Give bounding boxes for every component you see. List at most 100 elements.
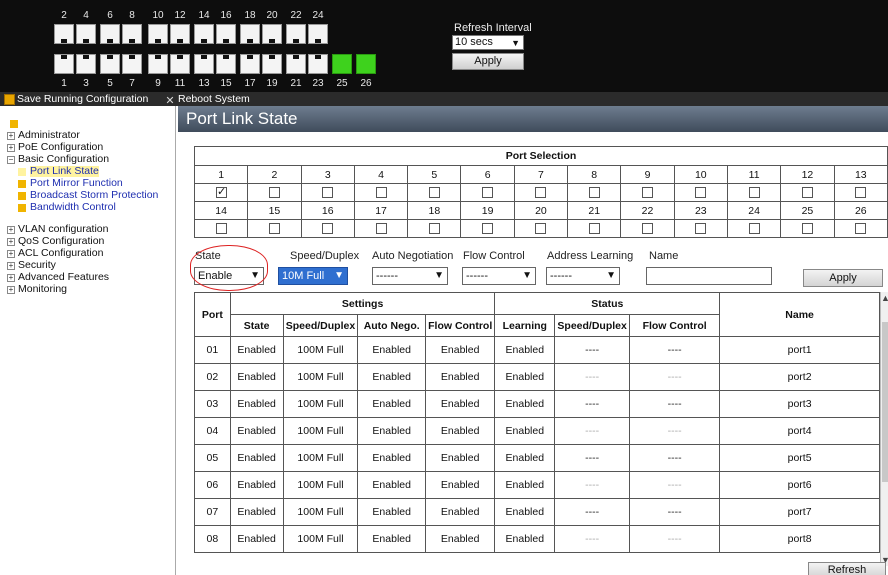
port-number-label: 16 — [220, 10, 232, 21]
refresh-button[interactable]: Refresh — [808, 562, 886, 575]
switch-port-19[interactable] — [262, 54, 282, 74]
switch-port-15[interactable] — [216, 54, 236, 74]
port-checkbox-17[interactable] — [375, 223, 387, 235]
switch-port-17[interactable] — [240, 54, 260, 74]
table-scrollbar[interactable]: ▲ ▼ — [880, 292, 888, 566]
table-row[interactable]: 07 Enabled 100M Full Enabled Enabled Enabled -… — [194, 498, 880, 526]
switch-port-6[interactable] — [100, 24, 120, 44]
sidebar-item-acl-configuration[interactable]: + ACL Configuration — [7, 248, 103, 259]
sidebar-item-security[interactable]: + Security — [7, 260, 56, 271]
col-status-flow-control: Flow Control — [629, 314, 721, 337]
apply-button[interactable]: Apply — [803, 269, 883, 287]
refresh-interval-select[interactable]: 10 secs ▼ — [452, 35, 524, 50]
switch-port-16[interactable] — [216, 24, 236, 44]
port-checkbox-7[interactable] — [535, 187, 547, 199]
sidebar-subitem-broadcast-storm-protection[interactable]: Broadcast Storm Protection — [18, 190, 158, 201]
port-checkbox-2[interactable] — [268, 187, 280, 199]
state-select[interactable]: Enable ▼ — [194, 267, 264, 285]
reboot-system-button[interactable]: ✕ Reboot System — [164, 92, 249, 107]
port-checkbox-18[interactable] — [428, 223, 440, 235]
port-checkbox-13[interactable] — [855, 187, 867, 199]
port-checkbox-3[interactable] — [322, 187, 334, 199]
port-checkbox-22[interactable] — [642, 223, 654, 235]
sidebar-item-basic-configuration[interactable]: − Basic Configuration — [7, 154, 109, 165]
expand-icon[interactable]: + — [7, 273, 15, 282]
sidebar-subitem-port-link-state[interactable]: Port Link State — [18, 166, 99, 177]
port-checkbox-14[interactable] — [215, 223, 227, 235]
name-input[interactable] — [646, 267, 772, 285]
port-checkbox-26[interactable] — [855, 223, 867, 235]
switch-port-8[interactable] — [122, 24, 142, 44]
port-checkbox-5[interactable] — [428, 187, 440, 199]
port-checkbox-6[interactable] — [482, 187, 494, 199]
sidebar-subitem-port-mirror-function[interactable]: Port Mirror Function — [18, 178, 123, 189]
port-checkbox-8[interactable] — [588, 187, 600, 199]
port-selection-number: 12 — [780, 165, 835, 184]
switch-port-2[interactable] — [54, 24, 74, 44]
expand-icon[interactable]: + — [7, 237, 15, 246]
switch-port-13[interactable] — [194, 54, 214, 74]
switch-port-3[interactable] — [76, 54, 96, 74]
table-row[interactable]: 08 Enabled 100M Full Enabled Enabled Enabled -… — [194, 525, 880, 553]
switch-port-12[interactable] — [170, 24, 190, 44]
banner-apply-button[interactable]: Apply — [452, 53, 524, 70]
switch-port-7[interactable] — [122, 54, 142, 74]
port-checkbox-19[interactable] — [482, 223, 494, 235]
port-checkbox-25[interactable] — [801, 223, 813, 235]
auto-negotiation-select[interactable]: ------ ▼ — [372, 267, 448, 285]
switch-port-25[interactable] — [332, 54, 352, 74]
port-checkbox-16[interactable] — [322, 223, 334, 235]
expand-icon[interactable]: + — [7, 249, 15, 258]
port-checkbox-11[interactable] — [748, 187, 760, 199]
switch-port-22[interactable] — [286, 24, 306, 44]
port-checkbox-20[interactable] — [535, 223, 547, 235]
table-row[interactable]: 01 Enabled 100M Full Enabled Enabled Enabled -… — [194, 336, 880, 364]
sidebar-item-administrator[interactable]: + Administrator — [7, 130, 80, 141]
address-learning-select[interactable]: ------ ▼ — [546, 267, 620, 285]
expand-icon[interactable]: + — [7, 143, 15, 152]
port-checkbox-4[interactable] — [375, 187, 387, 199]
switch-port-5[interactable] — [100, 54, 120, 74]
port-checkbox-10[interactable] — [695, 187, 707, 199]
switch-port-21[interactable] — [286, 54, 306, 74]
scroll-thumb[interactable] — [882, 322, 888, 482]
speed-duplex-select[interactable]: 10M Full ▼ — [278, 267, 360, 285]
table-row[interactable]: 05 Enabled 100M Full Enabled Enabled Enabled -… — [194, 444, 880, 472]
switch-port-18[interactable] — [240, 24, 260, 44]
switch-port-20[interactable] — [262, 24, 282, 44]
port-checkbox-21[interactable] — [588, 223, 600, 235]
table-row[interactable]: 06 Enabled 100M Full Enabled Enabled Enabled -… — [194, 471, 880, 499]
sidebar-item-vlan-configuration[interactable]: + VLAN configuration — [7, 224, 108, 235]
sidebar-item-monitoring[interactable]: + Monitoring — [7, 284, 67, 295]
table-row[interactable]: 03 Enabled 100M Full Enabled Enabled Enabled -… — [194, 390, 880, 418]
table-row[interactable]: 02 Enabled 100M Full Enabled Enabled Enabled -… — [194, 363, 880, 391]
switch-port-23[interactable] — [308, 54, 328, 74]
sidebar-item-poe-configuration[interactable]: + PoE Configuration — [7, 142, 103, 153]
table-row[interactable]: 04 Enabled 100M Full Enabled Enabled Enabled -… — [194, 417, 880, 445]
port-checkbox-1[interactable] — [215, 186, 227, 199]
sidebar-item-advanced-features[interactable]: + Advanced Features — [7, 272, 109, 283]
flow-control-select[interactable]: ------ ▼ — [462, 267, 536, 285]
expand-icon[interactable]: + — [7, 285, 15, 294]
switch-port-11[interactable] — [170, 54, 190, 74]
expand-icon[interactable]: + — [7, 225, 15, 234]
switch-port-14[interactable] — [194, 24, 214, 44]
save-running-config-button[interactable]: Save Running Configuration — [4, 92, 148, 106]
port-checkbox-12[interactable] — [801, 187, 813, 199]
expand-icon[interactable]: + — [7, 261, 15, 270]
port-checkbox-9[interactable] — [642, 187, 654, 199]
switch-port-26[interactable] — [356, 54, 376, 74]
switch-port-1[interactable] — [54, 54, 74, 74]
sidebar-item-qos-configuration[interactable]: + QoS Configuration — [7, 236, 104, 247]
scroll-up-icon[interactable]: ▲ — [881, 292, 888, 304]
collapse-icon[interactable]: − — [7, 155, 15, 164]
switch-port-24[interactable] — [308, 24, 328, 44]
port-checkbox-15[interactable] — [268, 223, 280, 235]
port-checkbox-24[interactable] — [748, 223, 760, 235]
switch-port-10[interactable] — [148, 24, 168, 44]
port-checkbox-23[interactable] — [695, 223, 707, 235]
switch-port-9[interactable] — [148, 54, 168, 74]
switch-port-4[interactable] — [76, 24, 96, 44]
expand-icon[interactable]: + — [7, 131, 15, 140]
sidebar-subitem-bandwidth-control[interactable]: Bandwidth Control — [18, 202, 116, 213]
